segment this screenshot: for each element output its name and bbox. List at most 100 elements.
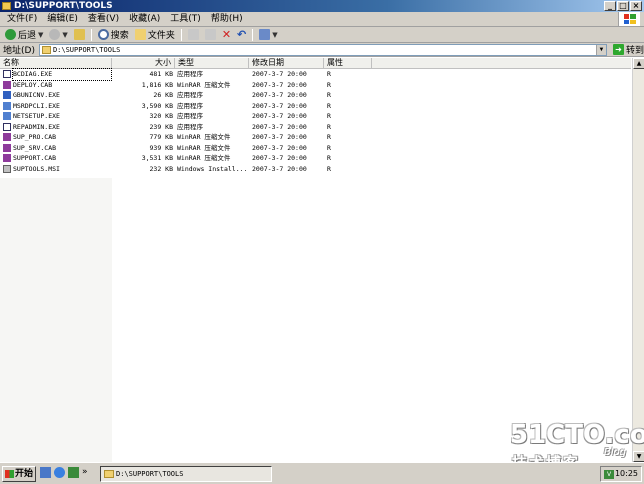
vertical-scrollbar[interactable]: ▲ ▼ — [632, 58, 644, 462]
search-button[interactable]: 搜索 — [95, 28, 132, 42]
file-date: 2007-3-7 20:00 — [252, 122, 307, 131]
column-header-size[interactable]: 大小 — [112, 58, 175, 69]
file-size: 320 KB — [149, 112, 173, 120]
menu-view[interactable]: 查看(V) — [83, 12, 124, 26]
address-input[interactable]: D:\SUPPORT\TOOLS ▼ — [38, 43, 607, 56]
file-attributes: R — [327, 154, 331, 162]
name-column-background — [0, 178, 112, 462]
file-date: 2007-3-7 20:00 — [252, 101, 307, 110]
column-header-type[interactable]: 类型 — [175, 58, 249, 69]
file-date: 2007-3-7 20:00 — [252, 133, 307, 141]
application-icon — [3, 91, 11, 99]
file-type: 应用程序 — [177, 101, 203, 110]
scroll-down-button[interactable]: ▼ — [633, 451, 644, 462]
address-value: D:\SUPPORT\TOOLS — [52, 45, 121, 54]
file-attributes: R — [327, 112, 331, 120]
address-bar: 地址(D) D:\SUPPORT\TOOLS ▼ ➜ 转到 — [0, 43, 644, 57]
back-button[interactable]: 后退 ▼ — [2, 28, 46, 42]
file-type: Windows Install... — [177, 164, 247, 173]
chevron-down-icon: ▼ — [62, 30, 68, 39]
list-item[interactable]: SUPTOOLS.MSI 232 KB Windows Install... 2… — [0, 164, 631, 175]
file-type: 应用程序 — [177, 70, 203, 78]
file-attributes: R — [327, 70, 331, 78]
window-controls: _ □ × — [604, 1, 642, 11]
clock: 10:25 — [614, 469, 638, 478]
task-label: D:\SUPPORT\TOOLS — [116, 470, 184, 478]
folders-button[interactable]: 文件夹 — [132, 28, 178, 42]
file-size: 3,590 KB — [141, 101, 173, 110]
folder-icon — [2, 2, 11, 10]
toolbar-separator — [90, 28, 92, 41]
list-item[interactable]: GBUNICNV.EXE 26 KB 应用程序 2007-3-7 20:00 R — [0, 90, 631, 101]
vmware-icon[interactable] — [68, 467, 79, 478]
window-title: D:\SUPPORT\TOOLS — [14, 1, 113, 11]
list-item[interactable]: SUP_PRO.CAB 779 KB WinRAR 压缩文件 2007-3-7 … — [0, 132, 631, 143]
file-size: 939 KB — [149, 143, 173, 152]
file-name: BCDIAG.EXE — [12, 68, 112, 81]
internet-explorer-icon[interactable] — [54, 467, 65, 478]
list-item[interactable]: BCDIAG.EXE 481 KB 应用程序 2007-3-7 20:00 R — [0, 68, 631, 81]
search-label: 搜索 — [110, 31, 129, 41]
file-date: 2007-3-7 20:00 — [252, 70, 307, 78]
list-item[interactable]: DEPLOY.CAB 1,816 KB WinRAR 压缩文件 2007-3-7… — [0, 80, 631, 91]
folder-icon — [104, 470, 114, 478]
menu-favorites[interactable]: 收藏(A) — [124, 12, 165, 26]
menu-file[interactable]: 文件(F) — [2, 12, 42, 26]
file-attributes: R — [327, 143, 331, 152]
close-button[interactable]: × — [630, 1, 642, 11]
minimize-button[interactable]: _ — [604, 1, 616, 11]
delete-icon: ✕ — [221, 28, 232, 41]
back-label: 后退 — [18, 31, 37, 41]
forward-button[interactable]: ▼ — [46, 28, 70, 42]
toolbar: 后退 ▼ ▼ 搜索 文件夹 ✕ ↶ ▼ — [0, 27, 644, 43]
move-to-button[interactable] — [185, 28, 202, 42]
quick-launch-more[interactable]: » — [82, 467, 88, 478]
winrar-archive-icon — [3, 143, 11, 152]
column-header-name[interactable]: 名称 — [0, 58, 112, 69]
file-date: 2007-3-7 20:00 — [252, 143, 307, 152]
up-button[interactable] — [71, 28, 88, 42]
file-list: BCDIAG.EXE 481 KB 应用程序 2007-3-7 20:00 R … — [0, 68, 631, 175]
folders-icon — [134, 29, 146, 40]
copy-to-icon — [204, 29, 216, 40]
show-desktop-icon[interactable] — [40, 467, 51, 478]
maximize-button[interactable]: □ — [617, 1, 629, 11]
address-label: 地址(D) — [3, 46, 35, 56]
start-button[interactable]: 开始 — [2, 466, 36, 482]
file-type: WinRAR 压缩文件 — [177, 143, 231, 152]
taskbar-window-button[interactable]: D:\SUPPORT\TOOLS — [100, 466, 272, 482]
file-attributes: R — [327, 80, 331, 89]
title-bar: D:\SUPPORT\TOOLS _ □ × — [0, 0, 644, 12]
list-item[interactable]: MSRDPCLI.EXE 3,590 KB 应用程序 2007-3-7 20:0… — [0, 101, 631, 112]
file-name: SUP_PRO.CAB — [13, 133, 57, 141]
application-icon — [3, 70, 11, 78]
copy-to-button[interactable] — [202, 28, 219, 42]
delete-button[interactable]: ✕ — [219, 28, 234, 42]
list-item[interactable]: SUP_SRV.CAB 939 KB WinRAR 压缩文件 2007-3-7 … — [0, 143, 631, 154]
views-button[interactable]: ▼ — [256, 28, 280, 42]
file-size: 26 KB — [153, 91, 173, 99]
menu-tools[interactable]: 工具(T) — [165, 12, 206, 26]
views-icon — [259, 29, 271, 40]
list-item[interactable]: NETSETUP.EXE 320 KB 应用程序 2007-3-7 20:00 … — [0, 111, 631, 122]
file-name: SUPTOOLS.MSI — [13, 164, 60, 173]
chevron-down-icon: ▼ — [38, 30, 44, 39]
column-header-date[interactable]: 修改日期 — [249, 58, 324, 69]
go-button[interactable]: ➜ 转到 — [612, 43, 644, 56]
menu-help[interactable]: 帮助(H) — [206, 12, 248, 26]
move-to-icon — [187, 29, 199, 40]
tray-vmware-icon[interactable]: V — [604, 470, 614, 479]
list-item[interactable]: REPADMIN.EXE 239 KB 应用程序 2007-3-7 20:00 … — [0, 122, 631, 133]
undo-button[interactable]: ↶ — [234, 28, 249, 42]
menu-edit[interactable]: 编辑(E) — [42, 12, 83, 26]
scroll-up-button[interactable]: ▲ — [633, 58, 644, 69]
file-date: 2007-3-7 20:00 — [252, 80, 307, 89]
address-dropdown-icon[interactable]: ▼ — [595, 44, 606, 55]
column-header-attributes[interactable]: 属性 — [324, 58, 372, 69]
file-name: DEPLOY.CAB — [13, 80, 53, 89]
file-name: REPADMIN.EXE — [13, 122, 60, 131]
list-item[interactable]: SUPPORT.CAB 3,531 KB WinRAR 压缩文件 2007-3-… — [0, 153, 631, 164]
file-type: 应用程序 — [177, 91, 203, 99]
file-name: SUP_SRV.CAB — [13, 143, 57, 152]
forward-arrow-icon — [49, 29, 61, 40]
